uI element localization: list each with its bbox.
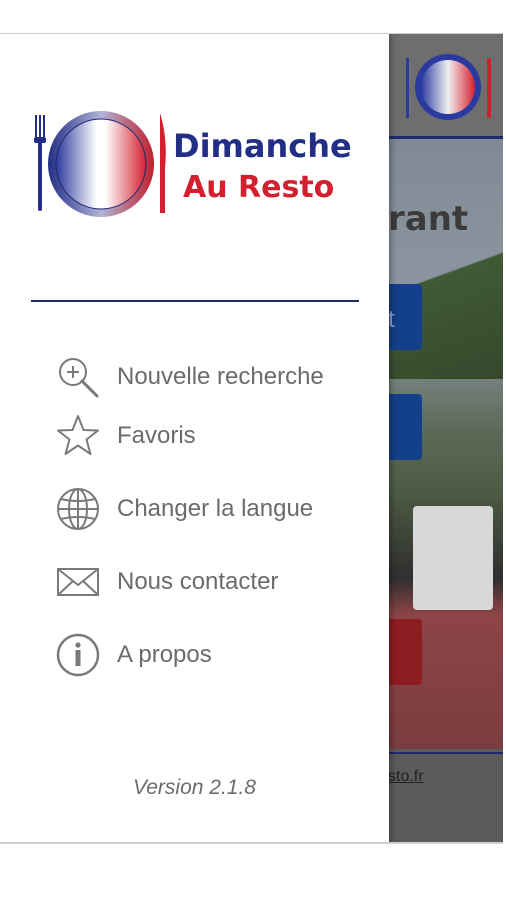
background-lantern	[413, 506, 493, 610]
globe-icon	[55, 486, 101, 532]
star-icon	[55, 413, 101, 459]
menu-label-contact: Nous contacter	[117, 568, 279, 595]
envelope-icon	[55, 559, 101, 605]
app-version: Version 2.1.8	[133, 776, 256, 799]
device-screen: rant t sto.fr Dimanche Au Resto Nouvelle…	[0, 33, 503, 843]
search-plus-icon	[55, 354, 101, 400]
header-logo	[406, 54, 491, 120]
menu-item-new-search[interactable]: Nouvelle recherche	[55, 353, 375, 401]
background-heading: rant	[388, 199, 469, 239]
menu-label-about: A propos	[117, 641, 212, 668]
brand-name-line1: Dimanche	[173, 127, 352, 165]
screen-bottom-edge	[0, 842, 503, 844]
drawer-divider	[31, 300, 359, 302]
menu-item-change-language[interactable]: Changer la langue	[55, 485, 375, 533]
menu-item-about[interactable]: A propos	[55, 631, 375, 679]
brand-name-line2: Au Resto	[183, 170, 335, 205]
menu-label-new-search: Nouvelle recherche	[117, 363, 324, 390]
background-button-text: t	[388, 306, 395, 333]
website-link: sto.fr	[388, 768, 424, 785]
navigation-drawer: Dimanche Au Resto Nouvelle recherche Fav…	[0, 34, 389, 843]
menu-label-change-language: Changer la langue	[117, 495, 314, 522]
menu-item-favorites[interactable]: Favoris	[55, 412, 375, 460]
menu-item-contact[interactable]: Nous contacter	[55, 558, 375, 606]
menu-label-favorites: Favoris	[117, 422, 196, 449]
info-icon	[55, 632, 101, 678]
